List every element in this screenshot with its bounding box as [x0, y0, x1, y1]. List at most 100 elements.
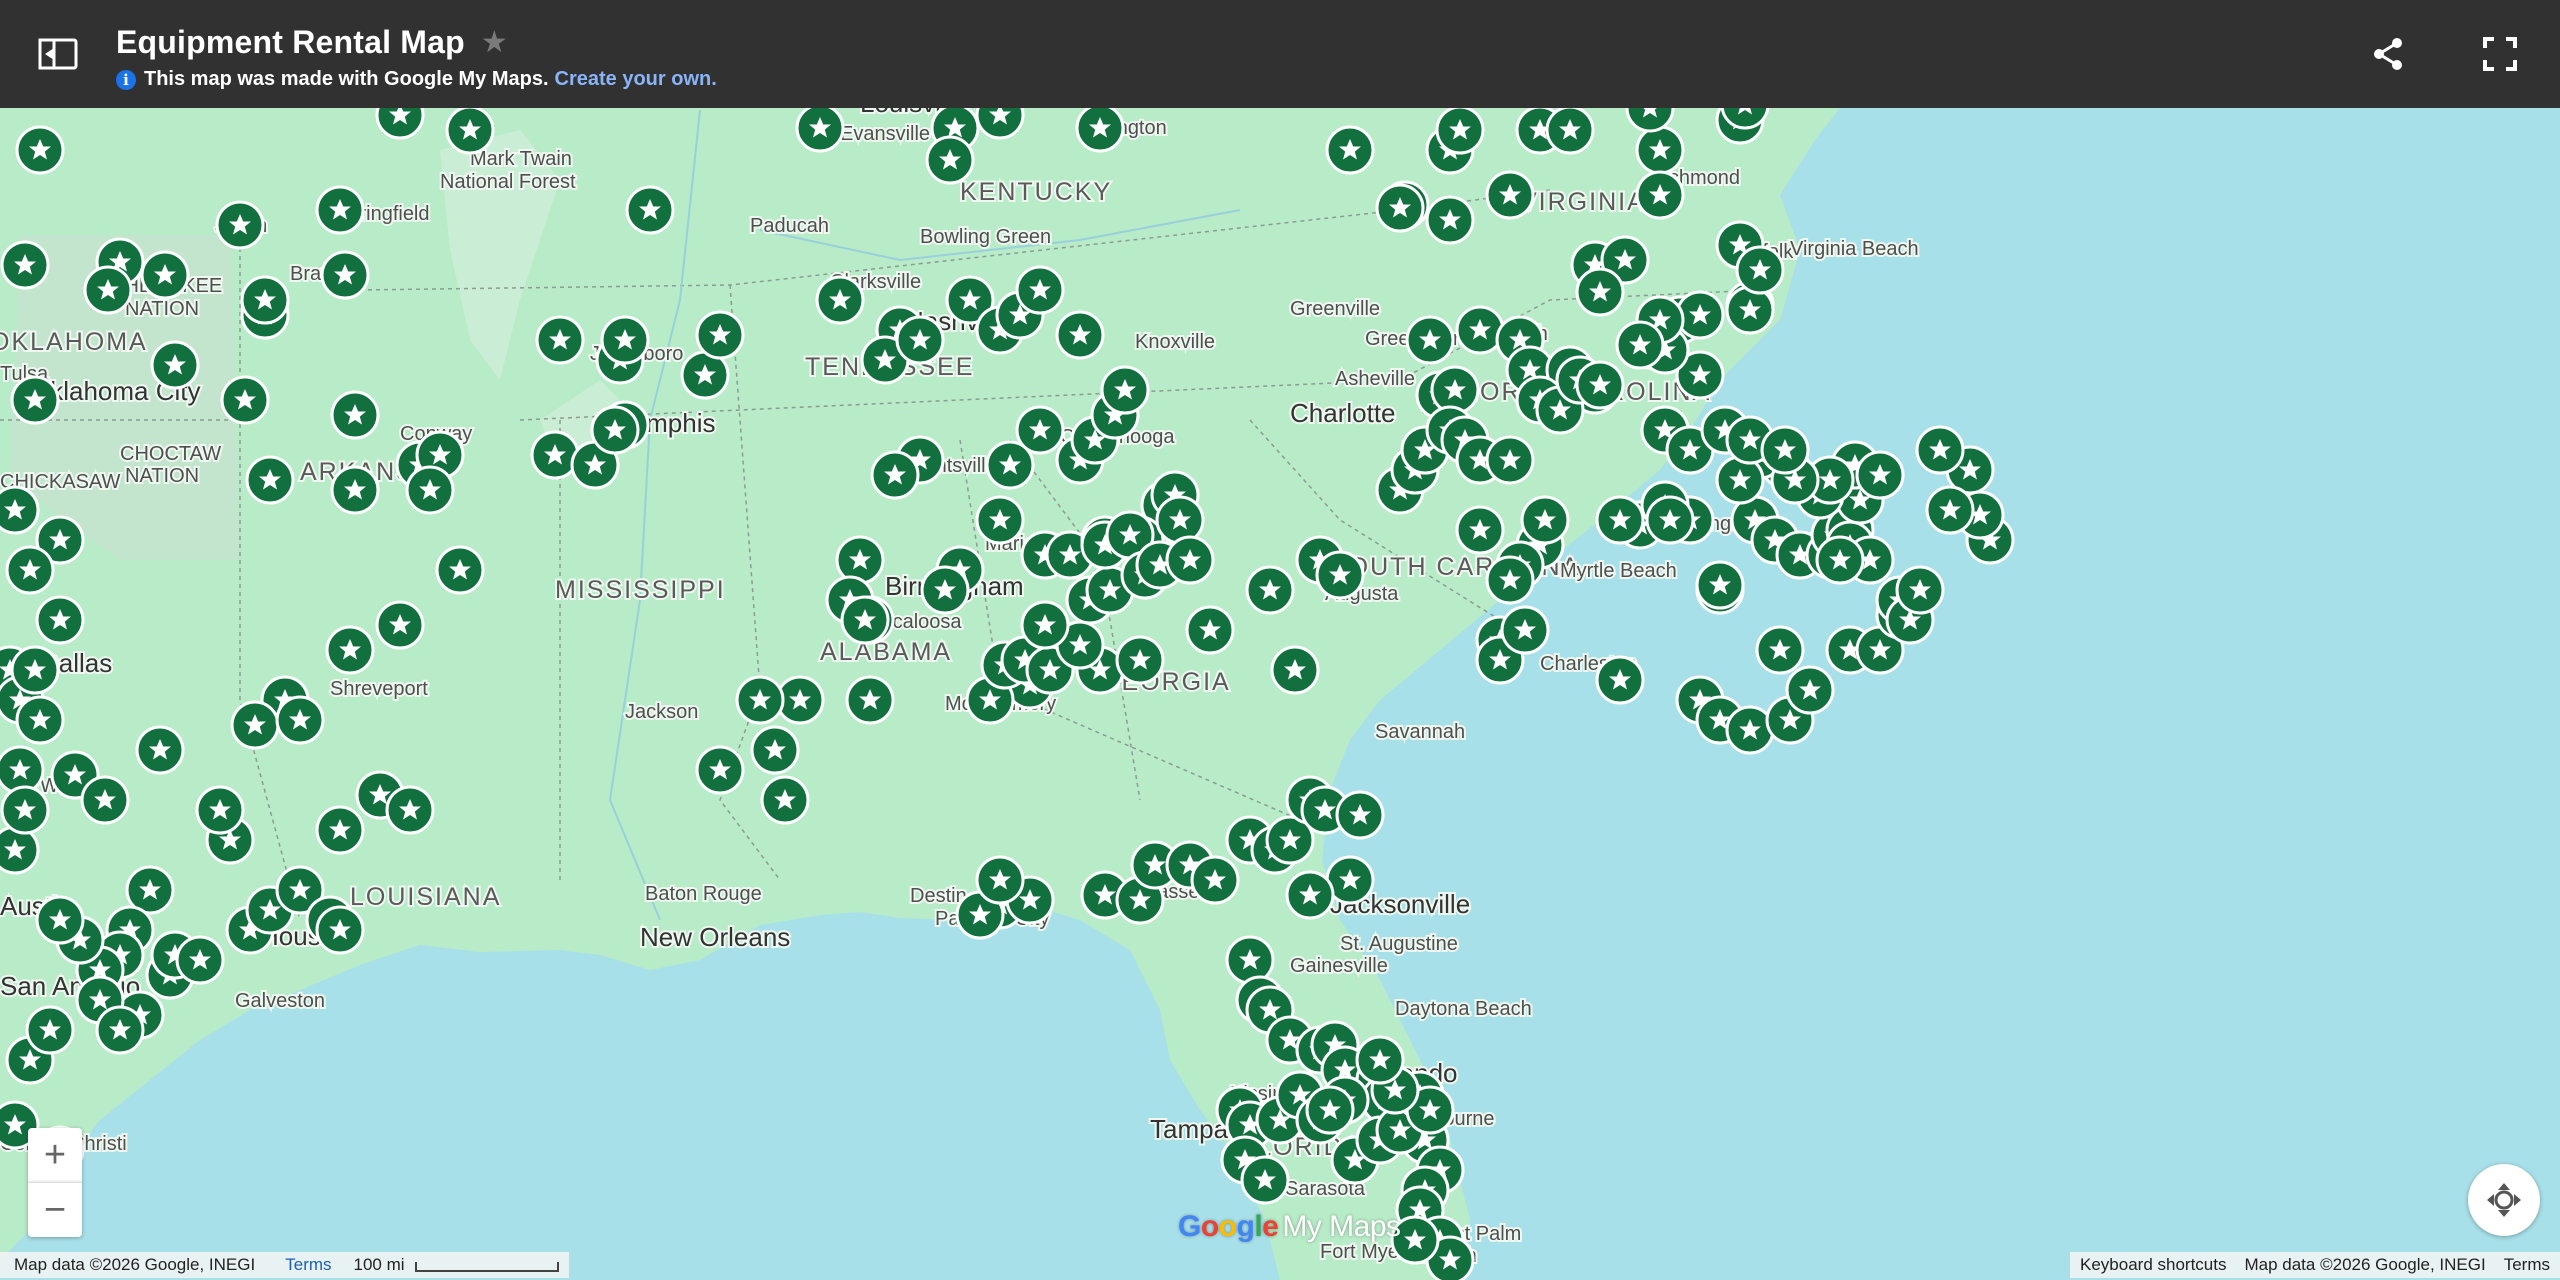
location-marker[interactable] [1455, 305, 1505, 355]
location-marker[interactable] [1375, 183, 1425, 233]
location-marker[interactable] [1190, 855, 1240, 905]
location-marker[interactable] [5, 545, 55, 595]
location-marker[interactable] [1185, 605, 1235, 655]
location-marker[interactable] [870, 450, 920, 500]
location-marker[interactable] [315, 185, 365, 235]
location-marker[interactable] [695, 310, 745, 360]
location-marker[interactable] [1055, 310, 1105, 360]
location-marker[interactable] [315, 805, 365, 855]
location-marker[interactable] [1435, 108, 1485, 155]
location-marker[interactable] [325, 625, 375, 675]
map-canvas[interactable]: KENTUCKYTENNESSEEVIRGINIANORTH CAROLINAS… [0, 108, 2560, 1280]
location-marker[interactable] [1645, 495, 1695, 545]
location-marker[interactable] [135, 725, 185, 775]
location-marker[interactable] [1285, 870, 1335, 920]
location-marker[interactable] [985, 440, 1035, 490]
location-marker[interactable] [35, 595, 85, 645]
location-marker[interactable] [895, 315, 945, 365]
location-marker[interactable] [0, 240, 50, 290]
location-marker[interactable] [1855, 450, 1905, 500]
location-marker[interactable] [735, 675, 785, 725]
location-marker[interactable] [815, 275, 865, 325]
location-marker[interactable] [1325, 125, 1375, 175]
location-marker[interactable] [1165, 535, 1215, 585]
location-marker[interactable] [835, 535, 885, 585]
location-marker[interactable] [1500, 605, 1550, 655]
location-marker[interactable] [405, 465, 455, 515]
location-marker[interactable] [1725, 705, 1775, 755]
location-marker[interactable] [1695, 560, 1745, 610]
location-marker[interactable] [0, 785, 50, 835]
location-marker[interactable] [1755, 625, 1805, 675]
location-marker[interactable] [1315, 550, 1365, 600]
location-marker[interactable] [1785, 665, 1835, 715]
location-marker[interactable] [1615, 320, 1665, 370]
location-marker[interactable] [1075, 108, 1125, 153]
zoom-out-button[interactable]: − [28, 1182, 82, 1237]
location-marker[interactable] [1455, 505, 1505, 555]
location-marker[interactable] [375, 600, 425, 650]
location-marker[interactable] [175, 935, 225, 985]
location-marker[interactable] [230, 700, 280, 750]
location-marker[interactable] [590, 405, 640, 455]
location-marker[interactable] [83, 265, 133, 315]
location-marker[interactable] [845, 675, 895, 725]
location-marker[interactable] [220, 375, 270, 425]
location-marker[interactable] [435, 545, 485, 595]
location-marker[interactable] [1355, 1035, 1405, 1085]
location-marker[interactable] [1305, 1085, 1355, 1135]
location-marker[interactable] [320, 250, 370, 300]
location-marker[interactable] [975, 495, 1025, 545]
location-marker[interactable] [1635, 170, 1685, 220]
location-marker[interactable] [10, 645, 60, 695]
location-marker[interactable] [600, 315, 650, 365]
location-marker[interactable] [1895, 565, 1945, 615]
location-marker[interactable] [1225, 935, 1275, 985]
location-marker[interactable] [1915, 425, 1965, 475]
location-marker[interactable] [1760, 425, 1810, 475]
location-marker[interactable] [315, 905, 365, 955]
star-icon[interactable]: ★ [481, 27, 508, 58]
create-your-own-link[interactable]: Create your own. [555, 68, 717, 91]
location-marker[interactable] [195, 785, 245, 835]
location-marker[interactable] [695, 745, 745, 795]
location-marker[interactable] [1245, 565, 1295, 615]
location-marker[interactable] [1335, 790, 1385, 840]
location-marker[interactable] [1405, 315, 1455, 365]
location-marker[interactable] [1485, 170, 1535, 220]
location-marker[interactable] [1115, 635, 1165, 685]
location-marker[interactable] [25, 1005, 75, 1055]
location-marker[interactable] [80, 775, 130, 825]
terms-link-right[interactable]: Terms [2504, 1255, 2550, 1275]
location-marker[interactable] [245, 455, 295, 505]
location-marker[interactable] [795, 108, 845, 153]
location-marker[interactable] [1575, 360, 1625, 410]
location-marker[interactable] [750, 725, 800, 775]
location-marker[interactable] [840, 595, 890, 645]
location-marker[interactable] [0, 485, 40, 535]
location-marker[interactable] [1520, 495, 1570, 545]
location-marker[interactable] [1240, 1155, 1290, 1205]
location-marker[interactable] [1270, 645, 1320, 695]
location-marker[interactable] [535, 315, 585, 365]
location-marker[interactable] [1595, 495, 1645, 545]
location-marker[interactable] [1735, 245, 1785, 295]
info-icon[interactable]: i [116, 69, 136, 90]
location-marker[interactable] [385, 785, 435, 835]
recenter-button[interactable] [2468, 1164, 2540, 1236]
location-marker[interactable] [625, 185, 675, 235]
location-marker[interactable] [275, 695, 325, 745]
location-marker[interactable] [1015, 265, 1065, 315]
location-marker[interactable] [240, 275, 290, 325]
location-marker[interactable] [760, 775, 810, 825]
location-marker[interactable] [1100, 365, 1150, 415]
location-marker[interactable] [1425, 195, 1475, 245]
location-marker[interactable] [1595, 655, 1645, 705]
location-marker[interactable] [0, 825, 40, 875]
location-marker[interactable] [1725, 285, 1775, 335]
location-marker[interactable] [1020, 600, 1070, 650]
location-marker[interactable] [445, 108, 495, 155]
share-icon[interactable] [2368, 34, 2408, 74]
fullscreen-icon[interactable] [2480, 34, 2520, 74]
location-marker[interactable] [140, 250, 190, 300]
